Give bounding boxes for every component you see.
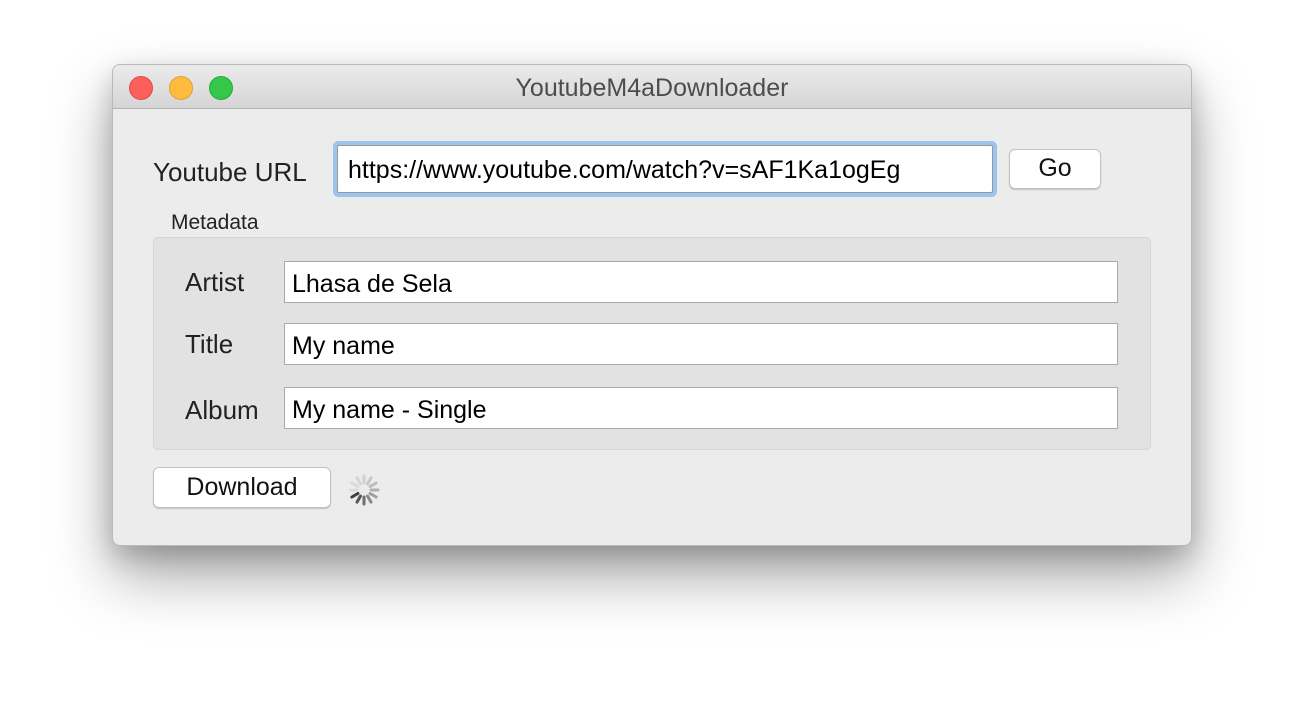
- artist-label: Artist: [185, 267, 245, 297]
- youtube-url-label: Youtube URL: [153, 157, 307, 187]
- loading-spinner-icon: [348, 474, 380, 506]
- artist-field[interactable]: Lhasa de Sela: [284, 261, 1118, 303]
- title-bar[interactable]: YoutubeM4aDownloader: [113, 65, 1191, 109]
- title-field[interactable]: My name: [284, 323, 1118, 365]
- title-label: Title: [185, 329, 234, 359]
- youtube-url-input[interactable]: https://www.youtube.com/watch?v=sAF1Ka1o…: [337, 145, 993, 193]
- metadata-group-box: Artist Lhasa de Sela Title My name Album…: [153, 237, 1151, 450]
- window-title: YoutubeM4aDownloader: [515, 74, 789, 102]
- album-field[interactable]: My name - Single: [284, 387, 1118, 429]
- go-button[interactable]: Go: [1009, 149, 1101, 189]
- download-button[interactable]: Download: [153, 467, 331, 508]
- app-window: YoutubeM4aDownloader Youtube URL https:/…: [112, 64, 1192, 546]
- album-label: Album: [185, 395, 259, 425]
- metadata-group-title: Metadata: [171, 211, 259, 234]
